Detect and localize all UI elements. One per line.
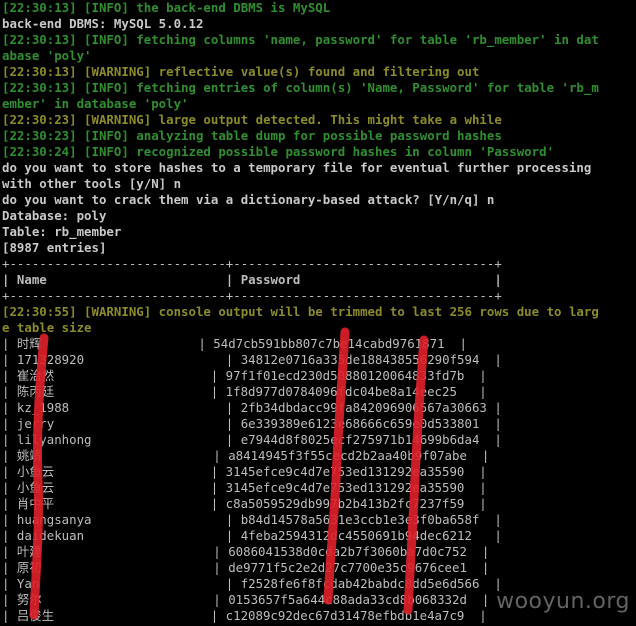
watermark-logo: wooyun.org bbox=[496, 589, 630, 614]
console-line: | daidekuan | 4feba2594312dc4550691b94de… bbox=[2, 528, 502, 543]
console-line: | 崔治然 | 97f1f01ecd230d50880120064833fd7b… bbox=[2, 368, 487, 383]
console-line: [22:30:23] [INFO] analyzing table dump f… bbox=[2, 128, 502, 143]
console-line: [22:30:13] [INFO] the back-end DBMS is M… bbox=[2, 0, 331, 15]
console-line: abase 'poly' bbox=[2, 48, 92, 63]
console-line: [22:30:13] [INFO] fetching entries of co… bbox=[2, 80, 599, 95]
console-line: do you want to store hashes to a tempora… bbox=[2, 160, 592, 175]
console-line: | huangsanya | b84d14578a5631e3ccb1e3e3f… bbox=[2, 512, 502, 527]
console-line: | lilyanhong | e7944d8f8025ecf275971b146… bbox=[2, 432, 502, 447]
console-line: back-end DBMS: MySQL 5.0.12 bbox=[2, 16, 204, 31]
console-line: | Name | Password | bbox=[2, 272, 502, 287]
console-line: | 叶建 | 6086041538d0cda2b7f3060ba7d0c752 … bbox=[2, 544, 490, 559]
console-line: | 原初 | de9771f5c2e2d27c7700e35c9676cee1 … bbox=[2, 560, 490, 575]
console-line: +-----------------------------+---------… bbox=[2, 288, 502, 303]
console-line: [22:30:23] [WARNING] large output detect… bbox=[2, 112, 502, 127]
console-line: [22:30:13] [WARNING] reflective value(s)… bbox=[2, 64, 480, 79]
console-line: | 姚靖 | a8414945f3f55cecd2b2aa40b9f07abe … bbox=[2, 448, 490, 463]
console-line: +-----------------------------+---------… bbox=[2, 256, 502, 271]
console-line: | 小鱼云 | 3145efce9c4d7e753ed131292ea35590… bbox=[2, 464, 487, 479]
console-line: | 陈丙廷 | 1f8d977d0784096fdc04be8a14eec25 … bbox=[2, 384, 487, 399]
console-line: [22:30:24] [INFO] recognized possible pa… bbox=[2, 144, 555, 159]
console-line: e table size bbox=[2, 320, 92, 335]
console-line: | kz_1988 | 2fb34dbdacc99fa842096906567a… bbox=[2, 400, 502, 415]
console-line: | jerry | 6e339389e6123e68666c659e0d5338… bbox=[2, 416, 502, 431]
console-line: ember' in database 'poly' bbox=[2, 96, 189, 111]
console-line: [22:30:55] [WARNING] console output will… bbox=[2, 304, 599, 319]
console-line: | 小鱼云 | 3145efce9c4d7e753ed131292ea35590… bbox=[2, 480, 487, 495]
console-line: | 时辉 | 54d7cb591bb807c7be14cabd9761871 | bbox=[2, 336, 467, 351]
console-line: [22:30:13] [INFO] fetching columns 'name… bbox=[2, 32, 599, 47]
console-line: [8987 entries] bbox=[2, 240, 107, 255]
terminal-console[interactable]: [22:30:13] [INFO] the back-end DBMS is M… bbox=[2, 0, 636, 626]
console-line: | 肖中平 | c8a5059529db997b2b413b2fc7237f59… bbox=[2, 496, 487, 511]
console-line: | 171328920 | 34812e0716a335de1884385562… bbox=[2, 352, 502, 367]
console-line: Database: poly bbox=[2, 208, 107, 223]
console-line: with other tools [y/N] n bbox=[2, 176, 182, 191]
console-line: Table: rb_member bbox=[2, 224, 122, 239]
console-line: do you want to crack them via a dictiona… bbox=[2, 192, 495, 207]
